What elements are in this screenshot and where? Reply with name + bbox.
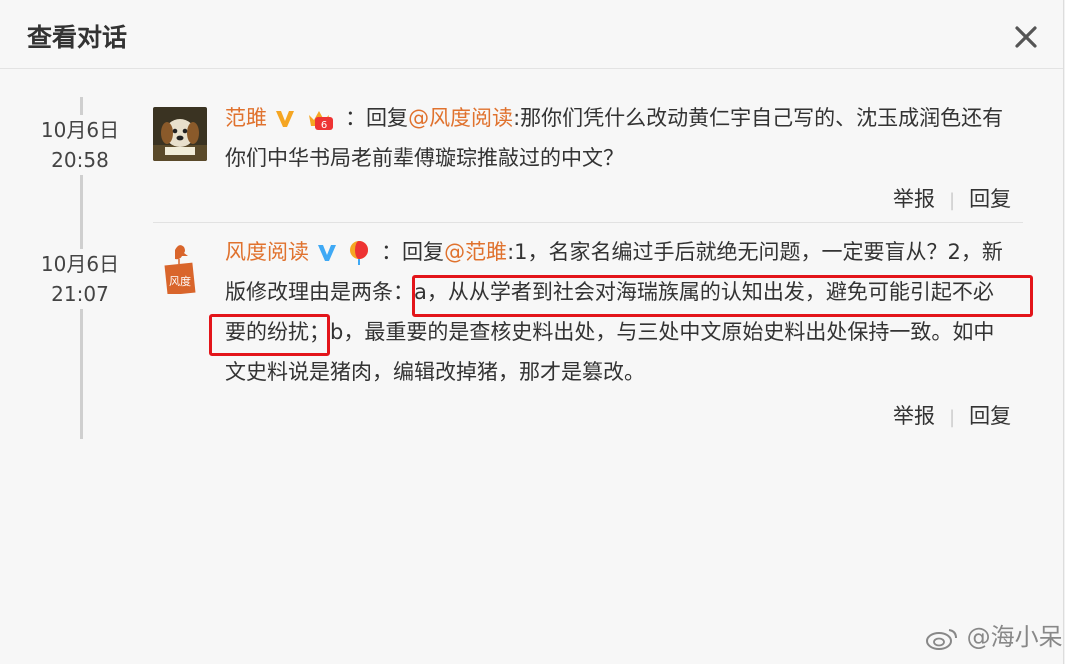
comment-text: 你们中华书局老前辈傅璇琮推敲过的中文？ <box>225 146 624 170</box>
highlight-box <box>412 275 1033 317</box>
reply-link[interactable]: 回复 <box>969 187 1011 211</box>
divider-bar: | <box>949 190 956 211</box>
username-link[interactable]: 范雎 <box>225 106 267 130</box>
comment-body-1: 范雎 6 ：回复@风度阅读:那你们凭什么改动黄仁宇自己写的、沈玉成润色还有 你们… <box>225 98 1025 178</box>
close-icon[interactable] <box>1011 22 1041 52</box>
comment-text: 文史料说是猪肉，编辑改掉猪，那才是篡改。 <box>225 360 645 384</box>
verified-v-icon <box>275 111 294 127</box>
comment-date: 10月6日 <box>40 118 120 142</box>
comment-actions-2: 举报 | 回复 <box>893 400 1011 430</box>
avatar-logo-text: 风度 <box>169 274 191 288</box>
verified-blue-v-icon <box>317 245 336 261</box>
crown-badge-icon: 6 <box>309 111 334 131</box>
comment-time: 20:58 <box>51 148 109 172</box>
username-link[interactable]: 风度阅读 <box>225 240 309 264</box>
divider-bar: | <box>949 407 956 428</box>
mention-link[interactable]: @范雎 <box>444 240 507 264</box>
watermark: @海小呆 <box>925 617 1063 652</box>
reply-prefix: ：回复 <box>381 240 445 264</box>
bird-logo-icon: 风度 <box>164 245 196 294</box>
svg-text:6: 6 <box>321 120 327 131</box>
weibo-logo-icon <box>926 629 957 650</box>
comment-text: :那你们凭什么改动黄仁宇自己写的、沈玉成润色还有 <box>513 106 1004 130</box>
dog-avatar-icon <box>153 107 207 161</box>
report-link[interactable]: 举报 <box>893 187 935 211</box>
reply-prefix: ：回复 <box>345 106 409 130</box>
watermark-text: @海小呆 <box>966 623 1063 651</box>
comment-time: 21:07 <box>51 282 109 306</box>
dialog-header: 查看对话 <box>0 0 1063 69</box>
highlight-box <box>209 314 330 356</box>
comment-text: :1，名家名编过手后就绝无问题，一定要盲从？2，新 <box>507 240 1003 264</box>
conversation-dialog: 查看对话 10月6日 20:58 范雎 6 ：回复@风度阅读:那你们凭什么改动黄… <box>0 0 1064 664</box>
comment-divider <box>153 222 1023 223</box>
balloon-badge-icon <box>350 241 369 265</box>
comment-text: 要的纷扰；b，最重要的是查核史料出处，与三处中文原始史料出处保持一致。如中 <box>225 320 995 344</box>
avatar[interactable]: 风度 <box>153 240 207 294</box>
dialog-title: 查看对话 <box>27 23 128 52</box>
mention-link[interactable]: @风度阅读 <box>408 106 513 130</box>
avatar[interactable] <box>153 107 207 161</box>
reply-link[interactable]: 回复 <box>969 404 1011 428</box>
comment-actions-1: 举报 | 回复 <box>893 183 1011 213</box>
timestamp-2: 10月6日 21:07 <box>20 249 140 309</box>
timestamp-1: 10月6日 20:58 <box>20 115 140 175</box>
comment-date: 10月6日 <box>40 252 120 276</box>
report-link[interactable]: 举报 <box>893 404 935 428</box>
